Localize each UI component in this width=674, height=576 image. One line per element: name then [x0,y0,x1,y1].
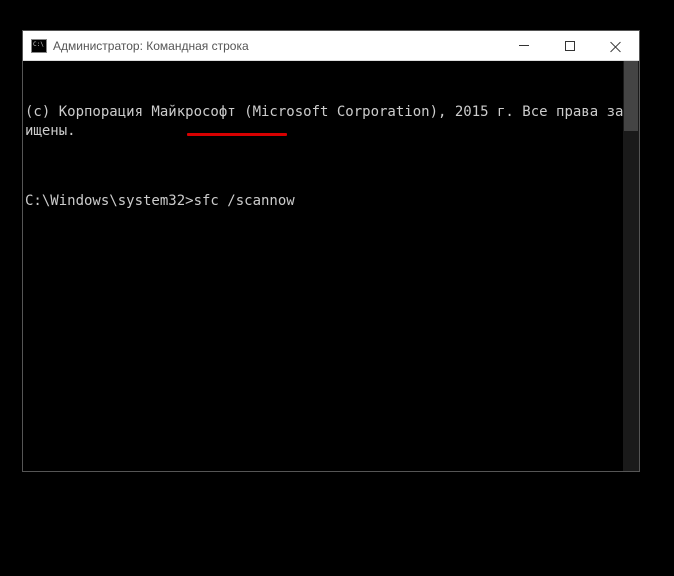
terminal-content: (с) Корпорация Майкрософт (Microsoft Cor… [23,61,639,253]
annotation-underline [187,133,287,136]
window-title: Администратор: Командная строка [53,39,501,53]
copyright-text: (с) Корпорация Майкрософт (Microsoft Cor… [25,103,637,141]
maximize-icon [565,41,575,51]
scrollbar-thumb[interactable] [624,61,638,131]
cmd-icon [31,39,47,53]
maximize-button[interactable] [547,31,593,60]
titlebar[interactable]: Администратор: Командная строка [23,31,639,61]
terminal-area[interactable]: (с) Корпорация Майкрософт (Microsoft Cor… [23,61,639,471]
command-text: sfc /scannow [194,193,295,209]
minimize-icon [519,45,529,46]
minimize-button[interactable] [501,31,547,60]
prompt-text: C:\Windows\system32> [25,193,194,209]
cmd-window: Администратор: Командная строка (с) Корп… [22,30,640,472]
scrollbar[interactable] [623,61,639,471]
close-button[interactable] [593,31,639,60]
prompt-line: C:\Windows\system32>sfc /scannow [25,192,637,211]
window-controls [501,31,639,60]
close-icon [610,40,622,52]
